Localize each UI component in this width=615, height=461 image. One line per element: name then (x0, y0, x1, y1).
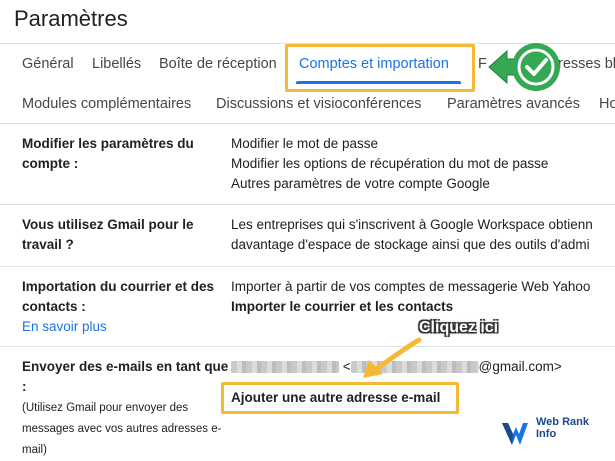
webrankinfo-logo-icon (502, 423, 528, 445)
check-circle-icon (488, 43, 560, 91)
modify-account-label: Modifier les paramètres du compte : (22, 136, 194, 171)
tab-inbox[interactable]: Boîte de réception (159, 56, 277, 72)
workspace-text-line1: Les entreprises qui s'inscrivent à Googl… (231, 217, 593, 232)
change-password-link[interactable]: Modifier le mot de passe (231, 134, 378, 154)
import-mail-contacts-link[interactable]: Importer le courrier et les contacts (231, 297, 453, 317)
send-as-label: Envoyer des e-mails en tant que : (22, 359, 229, 394)
tab-general[interactable]: Général (22, 56, 74, 72)
tab-filters-partial[interactable]: resses bl (558, 56, 615, 72)
page-title: Paramètres (14, 6, 128, 31)
tab-offline-partial[interactable]: Ho (599, 96, 615, 112)
tab-chat-meet[interactable]: Discussions et visioconférences (216, 96, 422, 112)
learn-more-link[interactable]: En savoir plus (22, 317, 107, 337)
tab-addons[interactable]: Modules complémentaires (22, 96, 191, 112)
workspace-text-line2: davantage d'espace de stockage ainsi que… (231, 237, 590, 252)
divider (0, 204, 615, 205)
change-recovery-link[interactable]: Modifier les options de récupération du … (231, 154, 548, 174)
tab-labels[interactable]: Libellés (92, 56, 141, 72)
send-as-note: (Utilisez Gmail pour envoyer des message… (22, 402, 222, 456)
redacted-name (231, 361, 339, 374)
import-label: Importation du courrier et des contacts … (22, 279, 215, 314)
google-account-settings-link[interactable]: Autres paramètres de votre compte Google (231, 174, 490, 194)
email-suffix: @gmail.com> (478, 359, 562, 374)
divider (0, 123, 615, 124)
divider (0, 346, 615, 347)
work-label: Vous utilisez Gmail pour le travail ? (22, 217, 194, 252)
email-open-bracket: < (342, 359, 351, 374)
tab-highlight-box (285, 44, 475, 92)
webrankinfo-watermark: Web Rank Info (536, 416, 589, 440)
tab-advanced[interactable]: Paramètres avancés (447, 96, 580, 112)
add-email-address-link[interactable]: Ajouter une autre adresse e-mail (231, 388, 440, 408)
divider (0, 266, 615, 267)
arrow-icon (363, 337, 422, 378)
click-here-callout: Cliquez ici (419, 319, 499, 336)
import-text: Importer à partir de vos comptes de mess… (231, 279, 591, 294)
